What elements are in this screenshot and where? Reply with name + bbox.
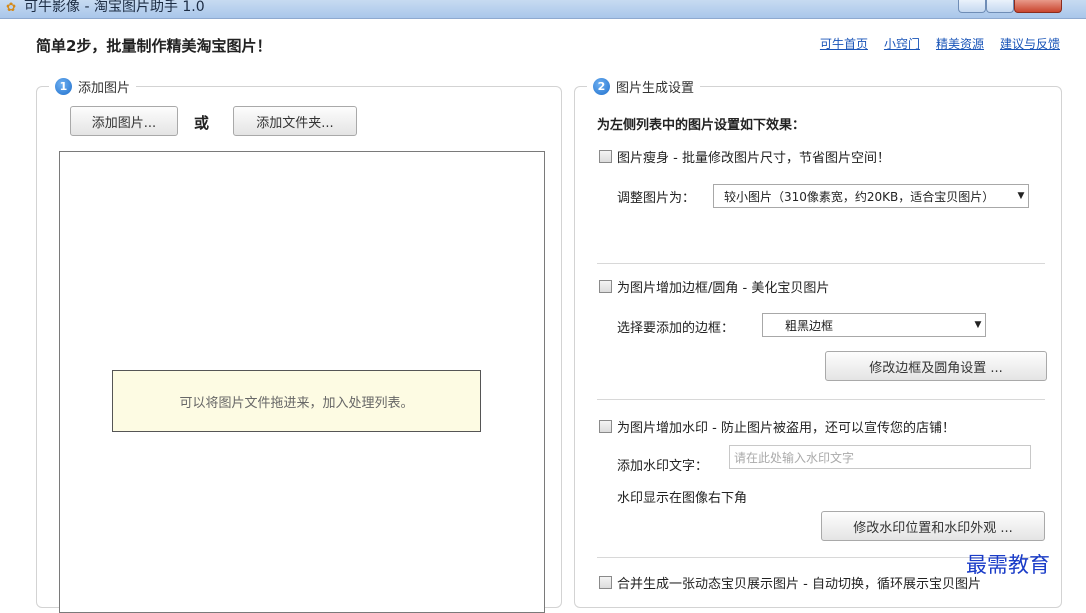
chevron-down-icon: ▼ — [974, 320, 982, 330]
drop-hint: 可以将图片文件拖进来，加入处理列表。 — [112, 370, 481, 432]
maximize-button[interactable] — [986, 0, 1014, 13]
watermark-settings-button[interactable]: 修改水印位置和水印外观 ... — [821, 511, 1045, 541]
add-images-button[interactable]: 添加图片... — [70, 106, 178, 136]
border-style-select[interactable]: 粗黑边框 ▼ — [762, 313, 986, 337]
resize-checkbox[interactable] — [599, 150, 612, 163]
top-links: 可牛首页 小窍门 精美资源 建议与反馈 — [820, 35, 1060, 52]
step2-title: 图片生成设置 — [616, 81, 695, 96]
resize-field-label: 调整图片为： — [617, 191, 696, 206]
link-resources[interactable]: 精美资源 — [936, 35, 984, 52]
watermark-text-label: 添加水印文字： — [617, 459, 709, 474]
minimize-button[interactable] — [958, 0, 986, 13]
link-tips[interactable]: 小窍门 — [884, 35, 920, 52]
merge-checkbox[interactable] — [599, 576, 612, 589]
link-home[interactable]: 可牛首页 — [820, 35, 868, 52]
title-bar: ✿ 可牛影像 - 淘宝图片助手 1.0 — [0, 0, 1086, 19]
step-number-icon: 2 — [593, 78, 610, 95]
watermark-position-text: 水印显示在图像右下角 — [617, 491, 748, 506]
step-number-icon: 1 — [55, 78, 72, 95]
settings-intro: 为左侧列表中的图片设置如下效果： — [597, 118, 806, 133]
image-file-list[interactable]: 可以将图片文件拖进来，加入处理列表。 — [59, 151, 545, 613]
border-style-value: 粗黑边框 — [785, 318, 834, 333]
resize-checkbox-label[interactable]: 图片瘦身 - 批量修改图片尺寸，节省图片空间！ — [617, 147, 890, 166]
resize-size-value: 较小图片（310像素宽，约20KB，适合宝贝图片） — [724, 189, 995, 204]
step1-legend: 1 添加图片 — [49, 77, 137, 96]
resize-size-select[interactable]: 较小图片（310像素宽，约20KB，适合宝贝图片） ▼ — [713, 184, 1029, 208]
watermark-checkbox-label[interactable]: 为图片增加水印 - 防止图片被盗用，还可以宣传您的店铺！ — [617, 417, 955, 436]
or-text: 或 — [194, 114, 210, 132]
border-checkbox-label[interactable]: 为图片增加边框/圆角 - 美化宝贝图片 — [617, 277, 829, 296]
main-window: 简单2步，批量制作精美淘宝图片！ 可牛首页 小窍门 精美资源 建议与反馈 1 添… — [0, 19, 1086, 613]
divider — [597, 263, 1045, 264]
settings-panel: 2 图片生成设置 为左侧列表中的图片设置如下效果： 图片瘦身 - 批量修改图片尺… — [574, 77, 1062, 608]
link-feedback[interactable]: 建议与反馈 — [1000, 35, 1060, 52]
merge-checkbox-label[interactable]: 合并生成一张动态宝贝展示图片 - 自动切换，循环展示宝贝图片 — [617, 573, 981, 592]
add-folder-button[interactable]: 添加文件夹... — [233, 106, 357, 136]
page-headline: 简单2步，批量制作精美淘宝图片！ — [36, 37, 272, 55]
window-title: 可牛影像 - 淘宝图片助手 1.0 — [24, 0, 205, 15]
step1-title: 添加图片 — [78, 81, 131, 96]
border-settings-button[interactable]: 修改边框及圆角设置 ... — [825, 351, 1047, 381]
chevron-down-icon: ▼ — [1017, 191, 1025, 201]
watermark-text-input[interactable]: 请在此处输入水印文字 — [729, 445, 1031, 469]
overlay-watermark: 最需教育 — [966, 553, 1050, 577]
border-checkbox[interactable] — [599, 280, 612, 293]
close-button[interactable] — [1014, 0, 1062, 13]
watermark-checkbox[interactable] — [599, 420, 612, 433]
divider — [597, 399, 1045, 400]
step2-legend: 2 图片生成设置 — [587, 77, 701, 96]
border-field-label: 选择要添加的边框： — [617, 321, 735, 336]
add-images-panel: 1 添加图片 添加图片... 或 添加文件夹... 可以将图片文件拖进来，加入处… — [36, 77, 562, 613]
app-logo-icon: ✿ — [6, 0, 17, 14]
